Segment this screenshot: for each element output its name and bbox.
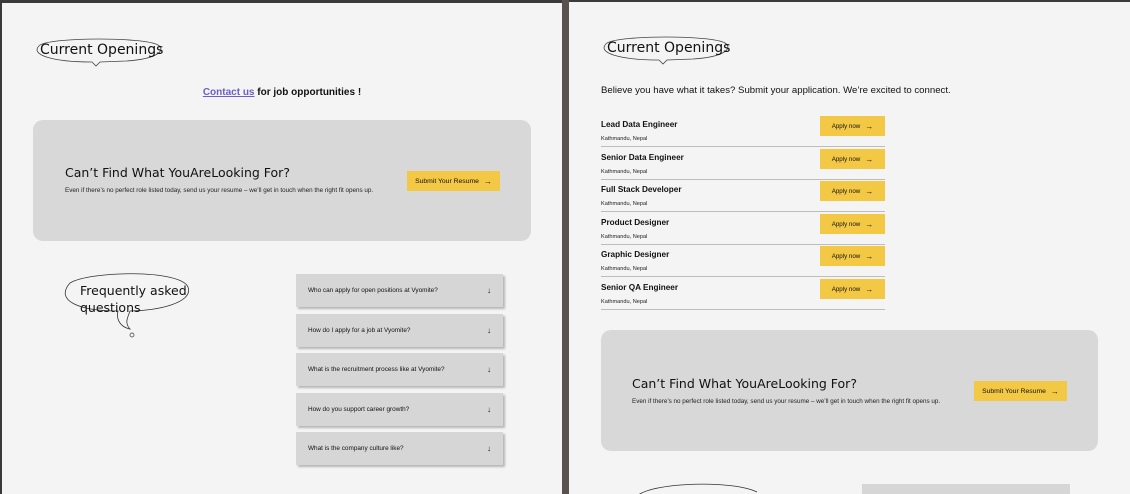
apply-now-label: Apply now	[831, 285, 861, 293]
arrow-right-icon: →	[483, 176, 492, 186]
faq-item[interactable]: What is the company culture like? ↓	[296, 432, 503, 465]
faq-item-partial[interactable]	[862, 484, 1070, 494]
cta-card: Can’t Find What YouAreLooking For? Even …	[601, 330, 1098, 451]
faq-question: Who can apply for open positions at Vyom…	[308, 287, 438, 294]
job-title: Product Designer	[601, 218, 670, 227]
current-openings-heading: Current Openings	[34, 37, 164, 67]
faq-question: What is the recruitment process like at …	[308, 366, 445, 373]
right-page-panel: Current Openings Believe you have what i…	[569, 0, 1130, 494]
job-row: Graphic Designer Kathmandu, Nepal Apply …	[601, 245, 885, 277]
arrow-right-icon: →	[1050, 386, 1059, 396]
job-row: Senior QA Engineer Kathmandu, Nepal Appl…	[601, 278, 885, 310]
faq-bubble-outline-partial	[639, 483, 758, 494]
job-location: Kathmandu, Nepal	[601, 234, 648, 240]
page-title: Current Openings	[40, 42, 164, 58]
faq-item[interactable]: How do I apply for a job at Vyomite? ↓	[296, 314, 503, 347]
apply-now-button[interactable]: Apply now →	[820, 181, 885, 201]
faq-question: How do I apply for a job at Vyomite?	[308, 327, 411, 334]
job-title: Full Stack Developer	[601, 185, 682, 194]
arrow-down-icon: ↓	[487, 365, 491, 374]
faq-question: How do you support career growth?	[308, 406, 410, 413]
job-location: Kathmandu, Nepal	[601, 201, 648, 207]
apply-now-button[interactable]: Apply now →	[820, 214, 885, 234]
cta-description: Even if there’s no perfect role listed t…	[632, 398, 941, 405]
apply-now-button[interactable]: Apply now →	[820, 279, 885, 299]
faq-item[interactable]: How do you support career growth? ↓	[296, 393, 503, 426]
cta-description: Even if there’s no perfect role listed t…	[65, 187, 374, 194]
apply-now-label: Apply now	[831, 252, 861, 260]
submit-resume-button[interactable]: Submit Your Resume →	[974, 381, 1067, 401]
job-location: Kathmandu, Nepal	[601, 266, 648, 272]
cta-title: Can’t Find What YouAreLooking For?	[632, 376, 857, 391]
arrow-right-icon: →	[865, 219, 874, 229]
apply-now-button[interactable]: Apply now →	[820, 246, 885, 266]
job-title: Lead Data Engineer	[601, 120, 678, 129]
left-page-panel: Current Openings Contact us for job oppo…	[0, 0, 562, 494]
arrow-right-icon: →	[865, 251, 874, 261]
job-location: Kathmandu, Nepal	[601, 299, 648, 305]
arrow-right-icon: →	[865, 186, 874, 196]
arrow-right-icon: →	[865, 121, 874, 131]
arrow-down-icon: ↓	[487, 286, 491, 295]
job-row: Senior Data Engineer Kathmandu, Nepal Ap…	[601, 148, 885, 180]
job-location: Kathmandu, Nepal	[601, 169, 648, 175]
apply-now-label: Apply now	[831, 220, 861, 228]
arrow-down-icon: ↓	[487, 326, 491, 335]
job-row: Full Stack Developer Kathmandu, Nepal Ap…	[601, 180, 885, 212]
apply-now-label: Apply now	[831, 122, 861, 130]
faq-question: What is the company culture like?	[308, 445, 404, 452]
submit-resume-label: Submit Your Resume	[982, 387, 1046, 395]
submit-resume-label: Submit Your Resume	[415, 177, 479, 185]
cta-card: Can’t Find What YouAreLooking For? Even …	[33, 120, 531, 241]
apply-now-button[interactable]: Apply now →	[820, 116, 885, 136]
apply-now-label: Apply now	[831, 187, 861, 195]
faq-item[interactable]: Who can apply for open positions at Vyom…	[296, 274, 503, 307]
contact-us-link[interactable]: Contact us	[203, 87, 255, 98]
arrow-down-icon: ↓	[487, 405, 491, 414]
job-title: Senior QA Engineer	[601, 283, 679, 292]
apply-now-button[interactable]: Apply now →	[820, 149, 885, 169]
current-openings-heading: Current Openings	[601, 35, 731, 65]
job-row: Lead Data Engineer Kathmandu, Nepal Appl…	[601, 115, 885, 147]
job-location: Kathmandu, Nepal	[601, 136, 648, 142]
faq-title: Frequently asked questions	[80, 283, 187, 315]
intro-text: Believe you have what it takes? Submit y…	[601, 85, 951, 96]
page-title: Current Openings	[607, 40, 731, 56]
arrow-right-icon: →	[865, 284, 874, 294]
faq-item[interactable]: What is the recruitment process like at …	[296, 353, 503, 386]
submit-resume-button[interactable]: Submit Your Resume →	[407, 171, 500, 191]
cta-title: Can’t Find What YouAreLooking For?	[65, 165, 290, 180]
job-title: Graphic Designer	[601, 250, 670, 259]
contact-suffix: for job opportunities !	[254, 87, 362, 98]
job-row: Product Designer Kathmandu, Nepal Apply …	[601, 213, 885, 245]
apply-now-label: Apply now	[831, 155, 861, 163]
arrow-right-icon: →	[865, 154, 874, 164]
contact-line: Contact us for job opportunities !	[2, 87, 562, 98]
arrow-down-icon: ↓	[487, 444, 491, 453]
job-title: Senior Data Engineer	[601, 153, 684, 162]
